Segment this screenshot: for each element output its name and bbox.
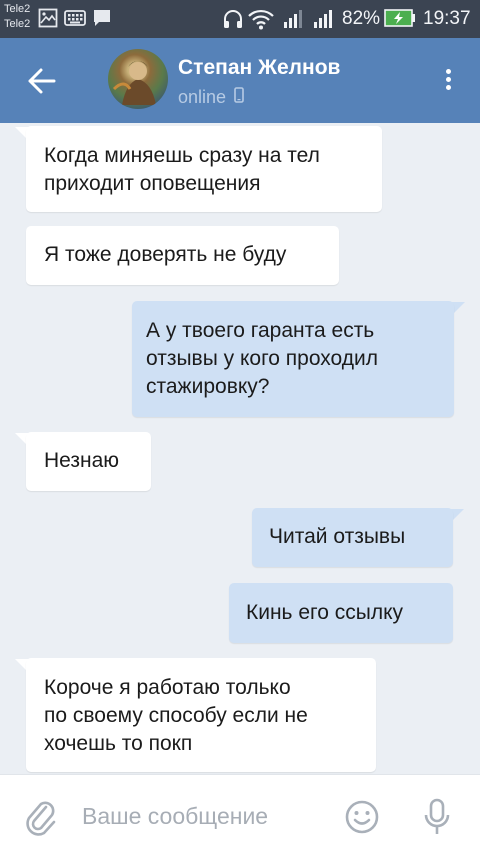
message-bubble: Короче я работаю только по своему способ… <box>26 658 376 772</box>
message-line: отзывы у кого проходил <box>146 347 379 370</box>
message-list: Когда миняешь сразу на тел приходит опов… <box>0 123 480 773</box>
message-bubble: А у твоего гаранта есть отзывы у кого пр… <box>132 301 454 417</box>
message-outgoing[interactable]: А у твоего гаранта есть отзывы у кого пр… <box>132 301 465 417</box>
message-line: Я тоже доверять не буду <box>44 243 287 266</box>
battery-charging-icon <box>384 9 416 32</box>
message-line: А у твоего гаранта есть <box>146 319 375 342</box>
message-line: Короче я работаю только <box>44 676 291 699</box>
chat-screen: Tele2 Tele2 82% 19:37 Степан Желнов onli… <box>0 0 480 854</box>
message-line: по своему способу если не <box>44 704 308 727</box>
emoji-button[interactable] <box>344 799 380 835</box>
chat-header: Степан Желнов online <box>0 38 480 123</box>
message-input[interactable] <box>82 795 332 837</box>
attach-button[interactable] <box>24 797 58 837</box>
message-bubble: Читай отзывы <box>252 508 453 567</box>
message-line: хочешь то покп <box>44 732 193 755</box>
message-line: Читай отзывы <box>269 525 406 548</box>
image-icon <box>38 8 58 33</box>
phone-icon <box>233 87 244 108</box>
message-incoming[interactable]: Когда миняешь сразу на тел приходит опов… <box>15 126 382 212</box>
back-arrow-icon <box>28 68 56 94</box>
emoji-icon <box>345 800 379 834</box>
headphones-icon <box>222 8 244 35</box>
message-line: стажировку? <box>146 375 270 398</box>
clock-time: 19:37 <box>423 8 471 29</box>
carrier-label-1: Tele2 <box>4 3 31 15</box>
back-button[interactable] <box>22 64 62 98</box>
contact-status-row: online <box>178 87 244 111</box>
signal-icon-2 <box>312 8 338 35</box>
message-line: Кинь его ссылку <box>246 601 403 624</box>
signal-icon-1 <box>282 8 306 35</box>
chat-icon <box>92 8 112 33</box>
message-line: Когда миняешь сразу на тел <box>44 144 320 167</box>
message-bubble: Я тоже доверять не буду <box>26 226 339 285</box>
online-status: online <box>178 87 227 107</box>
message-incoming[interactable]: Короче я работаю только по своему способ… <box>15 658 376 772</box>
wifi-icon <box>248 8 274 35</box>
message-input-bar <box>0 774 480 854</box>
message-outgoing[interactable]: Читай отзывы <box>252 508 464 567</box>
carrier-label-2: Tele2 <box>4 18 31 30</box>
message-bubble: Когда миняешь сразу на тел приходит опов… <box>26 126 382 212</box>
more-vertical-icon <box>436 69 460 90</box>
message-bubble: Кинь его ссылку <box>229 583 453 643</box>
message-outgoing[interactable]: Кинь его ссылку <box>229 583 453 643</box>
more-options-button[interactable] <box>436 66 460 96</box>
message-bubble: Незнаю <box>26 432 151 491</box>
microphone-icon <box>424 798 450 834</box>
paperclip-icon <box>26 801 56 836</box>
avatar[interactable] <box>108 49 168 109</box>
keyboard-icon <box>64 8 86 33</box>
message-line: Незнаю <box>44 449 120 472</box>
microphone-button[interactable] <box>422 797 452 837</box>
message-incoming[interactable]: Я тоже доверять не буду <box>26 226 339 285</box>
contact-name[interactable]: Степан Желнов <box>178 56 340 80</box>
message-incoming[interactable]: Незнаю <box>15 432 151 491</box>
status-bar: Tele2 Tele2 82% 19:37 <box>0 0 480 38</box>
message-line: приходит оповещения <box>44 172 261 195</box>
battery-percent: 82% <box>342 8 381 29</box>
